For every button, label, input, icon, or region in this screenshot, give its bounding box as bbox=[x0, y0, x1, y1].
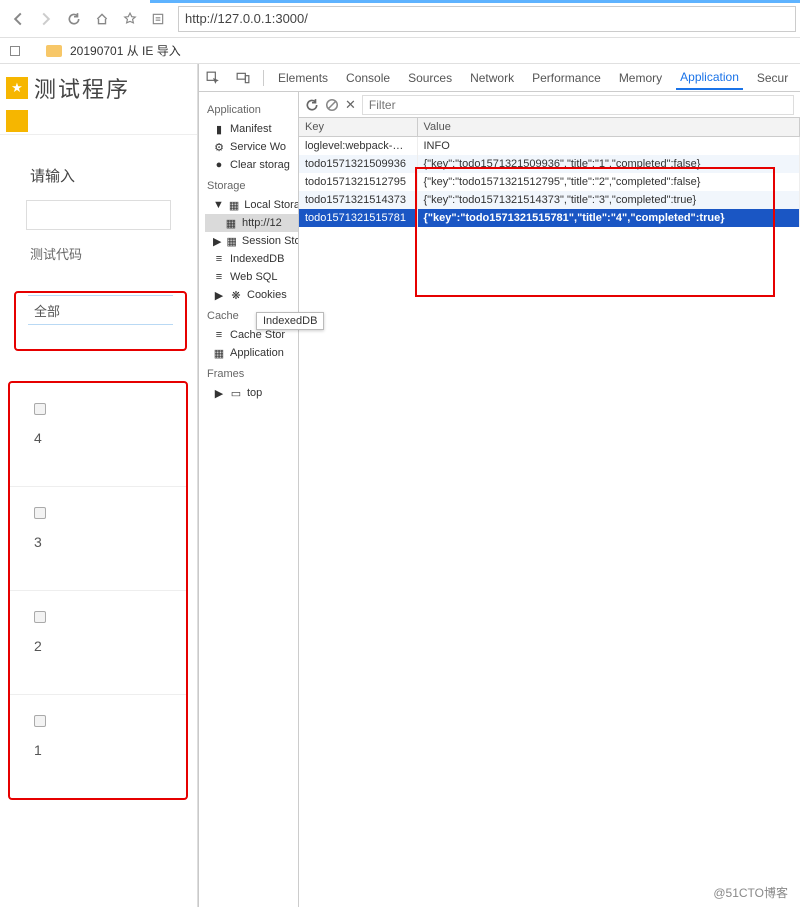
clear-icon: ● bbox=[213, 159, 225, 171]
storage-icon: ▦ bbox=[213, 347, 225, 359]
todo-checkbox[interactable] bbox=[34, 715, 46, 727]
input-section-label: 请输入 bbox=[0, 135, 197, 200]
chevron-right-icon: ▶ bbox=[213, 235, 221, 247]
filter-tab-all[interactable]: 全部 bbox=[34, 301, 60, 320]
refresh-icon[interactable] bbox=[305, 98, 319, 112]
storage-table: Key Value loglevel:webpack-…INFO todo157… bbox=[299, 118, 800, 227]
todo-item[interactable]: 2 bbox=[10, 590, 186, 694]
todo-list-annotation: 4 3 2 1 bbox=[8, 381, 188, 800]
frame-icon: ▭ bbox=[230, 387, 242, 399]
storage-toolbar: ✕ bbox=[299, 92, 800, 118]
todo-checkbox[interactable] bbox=[34, 611, 46, 623]
db-icon: ≡ bbox=[213, 329, 225, 341]
todo-title: 4 bbox=[34, 430, 186, 446]
sidebar-item-localstorage[interactable]: ▼▦Local Stora bbox=[205, 196, 298, 214]
sidebar-item-appcache[interactable]: ▦Application bbox=[205, 344, 298, 362]
filter-annotation: 全部 bbox=[14, 291, 187, 351]
storage-icon: ▦ bbox=[229, 199, 239, 211]
todo-title: 3 bbox=[34, 534, 186, 550]
db-icon: ≡ bbox=[213, 271, 225, 283]
todo-item[interactable]: 4 bbox=[10, 383, 186, 486]
bookmark-toggle-icon[interactable] bbox=[10, 46, 20, 56]
app-title: 测试程序 bbox=[34, 72, 130, 104]
sidebar-item-sessionstorage[interactable]: ▶▦Session Sto bbox=[205, 232, 298, 250]
tab-console[interactable]: Console bbox=[342, 67, 394, 89]
devtools-sidebar: Application ▮Manifest ⚙Service Wo ●Clear… bbox=[199, 92, 299, 907]
table-row[interactable]: todo1571321515781{"key":"todo15713215157… bbox=[299, 209, 800, 227]
table-row[interactable]: loglevel:webpack-…INFO bbox=[299, 137, 800, 156]
table-row[interactable]: todo1571321512795{"key":"todo15713215127… bbox=[299, 173, 800, 191]
todo-checkbox[interactable] bbox=[34, 507, 46, 519]
todo-checkbox[interactable] bbox=[34, 403, 46, 415]
folder-icon bbox=[46, 45, 62, 57]
todo-title: 1 bbox=[34, 742, 186, 758]
filter-input[interactable] bbox=[362, 95, 794, 115]
tab-memory[interactable]: Memory bbox=[615, 67, 666, 89]
device-icon[interactable] bbox=[233, 71, 253, 85]
app-badge-icon: ★ bbox=[6, 77, 28, 99]
todo-title: 2 bbox=[34, 638, 186, 654]
inspect-icon[interactable] bbox=[203, 71, 223, 85]
table-row[interactable]: todo1571321514373{"key":"todo15713215143… bbox=[299, 191, 800, 209]
chevron-right-icon: ▶ bbox=[213, 289, 225, 301]
sidebar-item-localstorage-origin[interactable]: ▦http://12 bbox=[205, 214, 298, 232]
sidebar-item-cookies[interactable]: ▶❋Cookies bbox=[205, 286, 298, 304]
db-icon: ≡ bbox=[213, 253, 225, 265]
tab-performance[interactable]: Performance bbox=[528, 67, 605, 89]
reader-icon[interactable] bbox=[144, 5, 172, 33]
tab-sources[interactable]: Sources bbox=[404, 67, 456, 89]
chevron-right-icon: ▶ bbox=[213, 387, 225, 399]
url-input[interactable]: http://127.0.0.1:3000/ bbox=[178, 6, 796, 32]
group-application: Application bbox=[205, 98, 298, 120]
home-button[interactable] bbox=[88, 5, 116, 33]
tab-elements[interactable]: Elements bbox=[274, 67, 332, 89]
tab-security[interactable]: Secur bbox=[753, 67, 792, 89]
back-button[interactable] bbox=[4, 5, 32, 33]
delete-icon[interactable]: ✕ bbox=[345, 97, 356, 113]
origin-icon: ▦ bbox=[225, 217, 237, 229]
group-storage: Storage bbox=[205, 174, 298, 196]
gear-icon: ⚙ bbox=[213, 141, 225, 153]
tab-application[interactable]: Application bbox=[676, 66, 743, 90]
tooltip: IndexedDB bbox=[256, 312, 324, 330]
chevron-down-icon: ▼ bbox=[213, 199, 224, 211]
url-text: http://127.0.0.1:3000/ bbox=[185, 11, 308, 26]
app-pane: ★ 测试程序 请输入 测试代码 全部 4 3 2 1 bbox=[0, 64, 198, 907]
code-label: 测试代码 bbox=[0, 238, 197, 263]
sidebar-item-manifest[interactable]: ▮Manifest bbox=[205, 120, 298, 138]
sidebar-item-indexeddb[interactable]: ≡IndexedDB bbox=[205, 250, 298, 268]
todo-item[interactable]: 1 bbox=[10, 694, 186, 798]
block-icon[interactable] bbox=[325, 98, 339, 112]
col-value[interactable]: Value bbox=[417, 118, 800, 137]
devtools-tabs: Elements Console Sources Network Perform… bbox=[199, 64, 800, 92]
star-icon[interactable] bbox=[116, 5, 144, 33]
window-accent bbox=[150, 0, 800, 3]
sidebar-item-serviceworkers[interactable]: ⚙Service Wo bbox=[205, 138, 298, 156]
side-badge-icon bbox=[6, 110, 28, 132]
bookmark-bar: 20190701 从 IE 导入 bbox=[0, 38, 800, 64]
table-row[interactable]: todo1571321509936{"key":"todo15713215099… bbox=[299, 155, 800, 173]
watermark: @51CTO博客 bbox=[713, 884, 788, 901]
sidebar-item-websql[interactable]: ≡Web SQL bbox=[205, 268, 298, 286]
group-frames: Frames bbox=[205, 362, 298, 384]
col-key[interactable]: Key bbox=[299, 118, 417, 137]
forward-button[interactable] bbox=[32, 5, 60, 33]
sidebar-item-clearstorage[interactable]: ●Clear storag bbox=[205, 156, 298, 174]
devtools-main: ✕ Key Value loglevel:webpack-…INFO todo1… bbox=[299, 92, 800, 907]
tab-network[interactable]: Network bbox=[466, 67, 518, 89]
todo-input[interactable] bbox=[26, 200, 171, 230]
browser-toolbar: http://127.0.0.1:3000/ bbox=[0, 0, 800, 38]
cookie-icon: ❋ bbox=[230, 289, 242, 301]
file-icon: ▮ bbox=[213, 123, 225, 135]
todo-item[interactable]: 3 bbox=[10, 486, 186, 590]
storage-icon: ▦ bbox=[226, 235, 236, 247]
reload-button[interactable] bbox=[60, 5, 88, 33]
bookmark-label[interactable]: 20190701 从 IE 导入 bbox=[70, 42, 181, 59]
sidebar-item-top[interactable]: ▶▭top bbox=[205, 384, 298, 402]
devtools-panel: Elements Console Sources Network Perform… bbox=[198, 64, 800, 907]
